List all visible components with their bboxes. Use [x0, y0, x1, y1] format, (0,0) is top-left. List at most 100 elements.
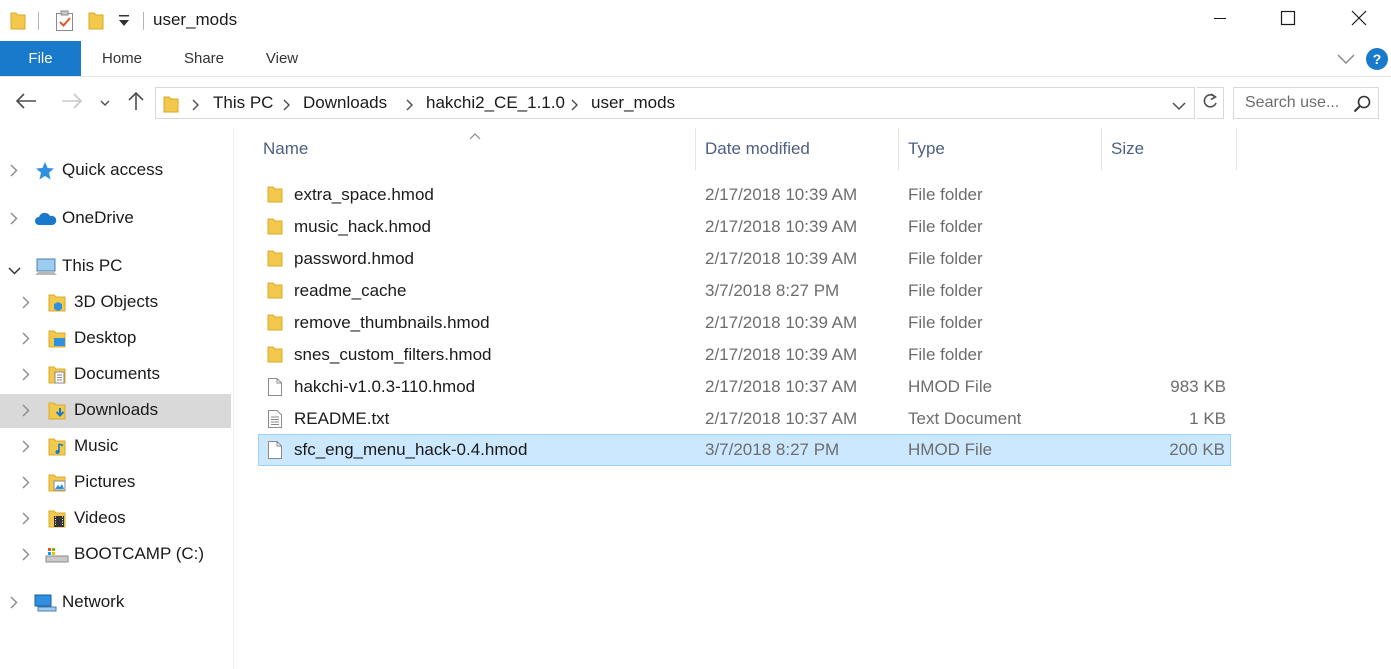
file-icon [267, 440, 283, 465]
file-row[interactable]: README.txt 2/17/2018 10:37 AM Text Docum… [258, 403, 1231, 435]
file-row[interactable]: password.hmod 2/17/2018 10:39 AM File fo… [258, 243, 1231, 275]
chevron-right-icon[interactable] [22, 404, 30, 422]
sidebar-item-downloads[interactable]: Downloads [0, 394, 231, 428]
sidebar-item-pictures[interactable]: Pictures [0, 466, 231, 500]
file-row[interactable]: snes_custom_filters.hmod 2/17/2018 10:39… [258, 339, 1231, 371]
forward-arrow-icon [61, 92, 83, 114]
file-row[interactable]: readme_cache 3/7/2018 8:27 PM File folde… [258, 275, 1231, 307]
file-icon [267, 377, 283, 402]
3d-objects-icon [47, 293, 67, 318]
sidebar-item-music[interactable]: Music [0, 430, 231, 464]
expand-ribbon-icon[interactable] [1337, 52, 1355, 70]
ribbon-tabs: File Home Share View ? [0, 41, 1391, 77]
file-name: readme_cache [294, 281, 407, 300]
column-divider[interactable] [1101, 128, 1102, 170]
sidebar-item-desktop[interactable]: Desktop [0, 322, 231, 356]
tab-home[interactable]: Home [86, 41, 158, 76]
chevron-right-icon[interactable] [283, 98, 291, 116]
sidebar-item-label: 3D Objects [74, 292, 159, 311]
toolbar-divider [38, 12, 39, 30]
sidebar-item-label: Documents [74, 364, 160, 383]
file-row-selected[interactable]: sfc_eng_menu_hack-0.4.hmod 3/7/2018 8:27… [258, 434, 1231, 466]
chevron-right-icon[interactable] [22, 440, 30, 458]
file-type: File folder [908, 281, 983, 300]
sidebar-item-label: Desktop [74, 328, 137, 347]
file-date-modified: 2/17/2018 10:37 AM [705, 377, 858, 396]
minimize-icon [1213, 11, 1227, 30]
close-button[interactable] [1336, 0, 1382, 40]
videos-icon [47, 509, 67, 534]
tab-file[interactable]: File [0, 41, 81, 76]
folder-icon [267, 313, 283, 336]
search-box[interactable]: Search use... [1233, 87, 1379, 119]
address-bar[interactable]: This PC Downloads hakchi2_CE_1.1.0 user_… [155, 87, 1195, 119]
file-row[interactable]: extra_space.hmod 2/17/2018 10:39 AM File… [258, 179, 1231, 211]
tab-view[interactable]: View [252, 41, 312, 76]
new-folder-icon[interactable] [88, 10, 104, 35]
file-name: sfc_eng_menu_hack-0.4.hmod [294, 440, 528, 459]
chevron-right-icon[interactable] [406, 98, 414, 116]
folder-icon [267, 281, 283, 304]
minimize-button[interactable] [1197, 0, 1243, 40]
sidebar-item-bootcamp-drive[interactable]: BOOTCAMP (C:) [0, 538, 231, 572]
chevron-right-icon[interactable] [10, 164, 18, 182]
sidebar-item-label: Downloads [74, 400, 159, 419]
sidebar-item-network[interactable]: Network [0, 586, 231, 620]
breadcrumb-user-mods[interactable]: user_mods [591, 93, 675, 113]
maximize-button[interactable] [1265, 0, 1311, 40]
navigation-pane: Quick access OneDrive This PC 3D Objects… [0, 128, 234, 669]
column-header-date-modified[interactable]: Date modified [705, 128, 810, 170]
file-name: remove_thumbnails.hmod [294, 313, 490, 332]
chevron-right-icon[interactable] [22, 548, 30, 566]
up-button[interactable] [124, 90, 148, 116]
file-date-modified: 2/17/2018 10:39 AM [705, 185, 858, 204]
breadcrumb-downloads[interactable]: Downloads [303, 93, 387, 113]
file-size: 1 KB [1189, 409, 1226, 428]
breadcrumb-hakchi[interactable]: hakchi2_CE_1.1.0 [426, 93, 565, 113]
column-header-type[interactable]: Type [908, 128, 945, 170]
properties-icon[interactable] [55, 10, 75, 37]
file-type: File folder [908, 185, 983, 204]
chevron-right-icon[interactable] [10, 212, 18, 230]
file-row[interactable]: hakchi-v1.0.3-110.hmod 2/17/2018 10:37 A… [258, 371, 1231, 403]
file-type: File folder [908, 313, 983, 332]
chevron-right-icon[interactable] [192, 98, 200, 116]
chevron-right-icon[interactable] [22, 368, 30, 386]
help-button[interactable]: ? [1366, 48, 1388, 70]
customize-qat-icon[interactable] [118, 14, 130, 33]
file-row[interactable]: music_hack.hmod 2/17/2018 10:39 AM File … [258, 211, 1231, 243]
sidebar-item-3d-objects[interactable]: 3D Objects [0, 286, 231, 320]
chevron-right-icon[interactable] [571, 98, 579, 116]
sidebar-item-documents[interactable]: Documents [0, 358, 231, 392]
breadcrumb-this-pc[interactable]: This PC [213, 93, 273, 113]
up-arrow-icon [128, 91, 144, 116]
search-icon[interactable] [1353, 95, 1371, 118]
back-button[interactable] [12, 90, 40, 116]
file-type: File folder [908, 345, 983, 364]
folder-icon [267, 249, 283, 272]
chevron-right-icon[interactable] [22, 476, 30, 494]
window-title: user_mods [153, 10, 238, 29]
sidebar-item-label: Pictures [74, 472, 136, 491]
sidebar-item-this-pc[interactable]: This PC [0, 250, 231, 284]
sidebar-item-onedrive[interactable]: OneDrive [0, 202, 231, 236]
recent-locations-button[interactable] [96, 90, 114, 116]
chevron-right-icon[interactable] [22, 512, 30, 530]
chevron-right-icon[interactable] [10, 596, 18, 614]
sidebar-item-quick-access[interactable]: Quick access [0, 154, 231, 188]
forward-button[interactable] [58, 90, 86, 116]
file-row[interactable]: remove_thumbnails.hmod 2/17/2018 10:39 A… [258, 307, 1231, 339]
chevron-right-icon[interactable] [22, 332, 30, 350]
column-header-size[interactable]: Size [1111, 128, 1144, 170]
column-divider[interactable] [695, 128, 696, 170]
chevron-right-icon[interactable] [22, 296, 30, 314]
column-divider[interactable] [898, 128, 899, 170]
column-divider[interactable] [1236, 128, 1237, 170]
chevron-down-icon[interactable] [8, 262, 21, 280]
file-date-modified: 2/17/2018 10:37 AM [705, 409, 858, 428]
tab-share[interactable]: Share [170, 41, 238, 76]
column-header-name[interactable]: Name [263, 128, 308, 170]
address-history-chevron-down-icon[interactable] [1172, 98, 1186, 116]
refresh-button[interactable] [1197, 87, 1224, 119]
sidebar-item-videos[interactable]: Videos [0, 502, 231, 536]
